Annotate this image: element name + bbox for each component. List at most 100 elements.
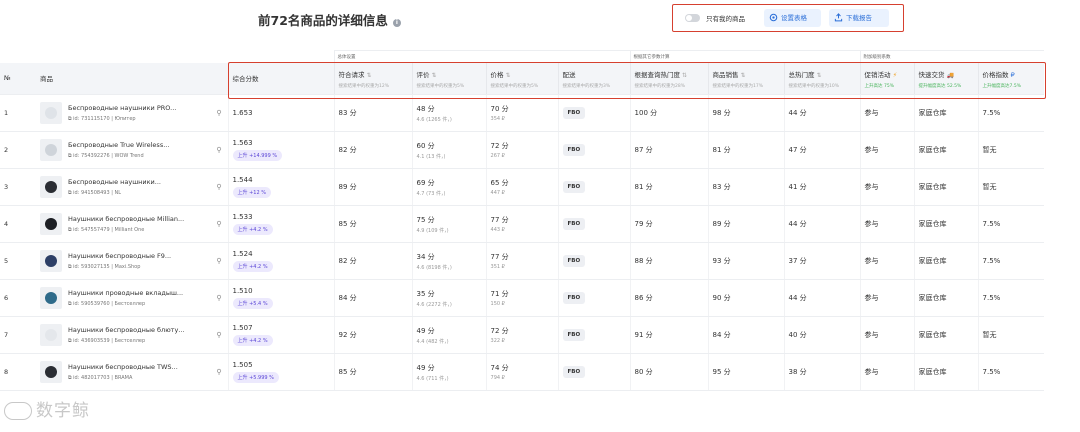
sales-cell: 89 分	[707, 205, 785, 243]
fast-delivery-cell: 家庭仓库	[913, 242, 979, 280]
promo-cell: 参与	[859, 94, 915, 132]
pin-icon[interactable]: ⚲	[216, 294, 221, 302]
fast-delivery-cell: 家庭仓库	[913, 279, 979, 317]
product-cell[interactable]: Беспроводные наушники... ⧉ id: 941508493 …	[36, 168, 228, 206]
table-row[interactable]: 4 Наушники беспроводные Millian... ⧉ id: 5…	[0, 205, 1045, 243]
table-row[interactable]: 6 Наушники проводные вкладыш... ⧉ id: 5905…	[0, 279, 1045, 317]
price-cell: 77 分 443 ₽	[485, 205, 559, 243]
sales-cell: 95 分	[707, 353, 785, 391]
settings-table-button[interactable]: 设置表格	[764, 9, 821, 27]
col-delivery[interactable]: 配送 搜索结果中的权重为3%	[557, 62, 631, 95]
table-row[interactable]: 7 Наушники беспроводные блюту... ⧉ id: 436…	[0, 316, 1045, 354]
product-name[interactable]: Беспроводные наушники...	[68, 178, 198, 186]
price-index-cell: 7.5%	[977, 94, 1045, 132]
price-cell: 65 分 447 ₽	[485, 168, 559, 206]
pin-icon[interactable]: ⚲	[216, 146, 221, 154]
total-popularity-cell: 44 分	[783, 205, 861, 243]
download-report-button[interactable]: 下载报告	[829, 9, 889, 27]
col-query-popularity[interactable]: 根据查询热门度 ⇅ 搜索结果中的权重为28%	[629, 62, 709, 95]
pin-icon[interactable]: ⚲	[216, 183, 221, 191]
product-cell[interactable]: Наушники проводные вкладыш... ⧉ id: 59053…	[36, 279, 228, 317]
product-cell[interactable]: Наушники беспроводные Millian... ⧉ id: 54…	[36, 205, 228, 243]
pin-icon[interactable]: ⚲	[216, 368, 221, 376]
col-promo[interactable]: 促销活动 ⚡ 上升高达 75%	[859, 62, 915, 95]
reviews-cell: 35 分 4.6 (2272 件，)	[411, 279, 487, 317]
table-row[interactable]: 1 Беспроводные наушники PRO... ⧉ id: 73111…	[0, 94, 1045, 132]
product-cell[interactable]: Наушники беспроводные блюту... ⧉ id: 4369…	[36, 316, 228, 354]
total-popularity-cell: 38 分	[783, 353, 861, 391]
table-row[interactable]: 3 Беспроводные наушники... ⧉ id: 941508493…	[0, 168, 1045, 206]
product-cell[interactable]: Наушники беспроводные F9... ⧉ id: 5930271…	[36, 242, 228, 280]
product-name[interactable]: Наушники беспроводные F9...	[68, 252, 198, 260]
col-total-popularity[interactable]: 总热门度 ⇅ 搜索结果中的权重为10%	[783, 62, 861, 95]
delivery-cell: FBO	[557, 131, 631, 169]
sort-icon: ⇅	[740, 71, 746, 79]
product-name[interactable]: Наушники беспроводные TWS...	[68, 363, 198, 371]
product-name[interactable]: Беспроводные наушники PRO...	[68, 104, 198, 112]
product-name[interactable]: Наушники беспроводные блюту...	[68, 326, 198, 334]
promo-cell: 参与	[859, 316, 915, 354]
fast-delivery-cell: 家庭仓库	[913, 316, 979, 354]
pin-icon[interactable]: ⚲	[216, 109, 221, 117]
score-cell: 1.533 上升 +4.2 %	[227, 205, 335, 243]
fbo-badge: FBO	[562, 366, 586, 378]
promo-cell: 参与	[859, 168, 915, 206]
total-popularity-cell: 41 分	[783, 168, 861, 206]
price-cell: 77 分 351 ₽	[485, 242, 559, 280]
price-index-cell: 暂无	[977, 131, 1045, 169]
product-thumbnail[interactable]	[40, 250, 62, 272]
table-row[interactable]: 5 Наушники беспроводные F9... ⧉ id: 593027…	[0, 242, 1045, 280]
ruble-icon: ₽	[1010, 70, 1015, 79]
total-popularity-cell: 37 分	[783, 242, 861, 280]
request-cell: 85 分	[333, 353, 413, 391]
promo-cell: 参与	[859, 205, 915, 243]
product-name[interactable]: Наушники беспроводные Millian...	[68, 215, 198, 223]
delivery-cell: FBO	[557, 168, 631, 206]
fast-delivery-cell: 家庭仓库	[913, 94, 979, 132]
col-request[interactable]: 符合请求 ⇅ 搜索结果中的权重为12%	[333, 62, 413, 95]
sales-cell: 81 分	[707, 131, 785, 169]
row-index: 8	[0, 353, 36, 391]
total-popularity-cell: 47 分	[783, 131, 861, 169]
product-name[interactable]: Беспроводные True Wireless...	[68, 141, 198, 149]
headphones-icon	[45, 366, 57, 378]
price-index-cell: 7.5%	[977, 279, 1045, 317]
product-meta: ⧉ id: 593027135 | Maxi.Shop	[68, 264, 141, 270]
col-score[interactable]: 综合分数	[227, 62, 335, 95]
pin-icon[interactable]: ⚲	[216, 331, 221, 339]
col-price[interactable]: 价格 ⇅ 搜索结果中的权重为5%	[485, 62, 559, 95]
price-index-cell: 暂无	[977, 168, 1045, 206]
product-cell[interactable]: Беспроводные наушники PRO... ⧉ id: 731115…	[36, 94, 228, 132]
total-popularity-cell: 44 分	[783, 279, 861, 317]
price-index-cell: 7.5%	[977, 353, 1045, 391]
product-thumbnail[interactable]	[40, 139, 62, 161]
product-cell[interactable]: Беспроводные True Wireless... ⧉ id: 75439…	[36, 131, 228, 169]
col-fast-delivery[interactable]: 快速交货 🚚 提升幅度高达 52.5%	[913, 62, 979, 95]
product-thumbnail[interactable]	[40, 213, 62, 235]
product-cell[interactable]: Наушники беспроводные TWS... ⧉ id: 482017…	[36, 353, 228, 391]
product-thumbnail[interactable]	[40, 287, 62, 309]
trend-badge: 上升 +4.2 %	[232, 335, 273, 346]
reviews-cell: 60 分 4.1 (13 件，)	[411, 131, 487, 169]
pin-icon[interactable]: ⚲	[216, 220, 221, 228]
table-row[interactable]: 8 Наушники беспроводные TWS... ⧉ id: 48201…	[0, 353, 1045, 391]
product-name[interactable]: Наушники проводные вкладыш...	[68, 289, 198, 297]
table-row[interactable]: 2 Беспроводные True Wireless... ⧉ id: 7543…	[0, 131, 1045, 169]
promo-cell: 参与	[859, 279, 915, 317]
gear-icon	[769, 13, 778, 22]
pin-icon[interactable]: ⚲	[216, 257, 221, 265]
delivery-cell: FBO	[557, 316, 631, 354]
col-reviews[interactable]: 评价 ⇅ 搜索结果中的权重为5%	[411, 62, 487, 95]
my-products-toggle[interactable]	[685, 14, 700, 22]
product-thumbnail[interactable]	[40, 102, 62, 124]
col-price-index[interactable]: 价格指数 ₽ 上升幅度高达7.5%	[977, 62, 1045, 95]
col-sales[interactable]: 商品销售 ⇅ 搜索结果中的权重为17%	[707, 62, 785, 95]
product-thumbnail[interactable]	[40, 361, 62, 383]
trend-badge: 上升 +14.999 %	[232, 150, 283, 161]
info-icon[interactable]: i	[392, 19, 401, 27]
product-thumbnail[interactable]	[40, 324, 62, 346]
row-index: 6	[0, 279, 36, 317]
product-thumbnail[interactable]	[40, 176, 62, 198]
fbo-badge: FBO	[562, 329, 586, 341]
promo-cell: 参与	[859, 131, 915, 169]
